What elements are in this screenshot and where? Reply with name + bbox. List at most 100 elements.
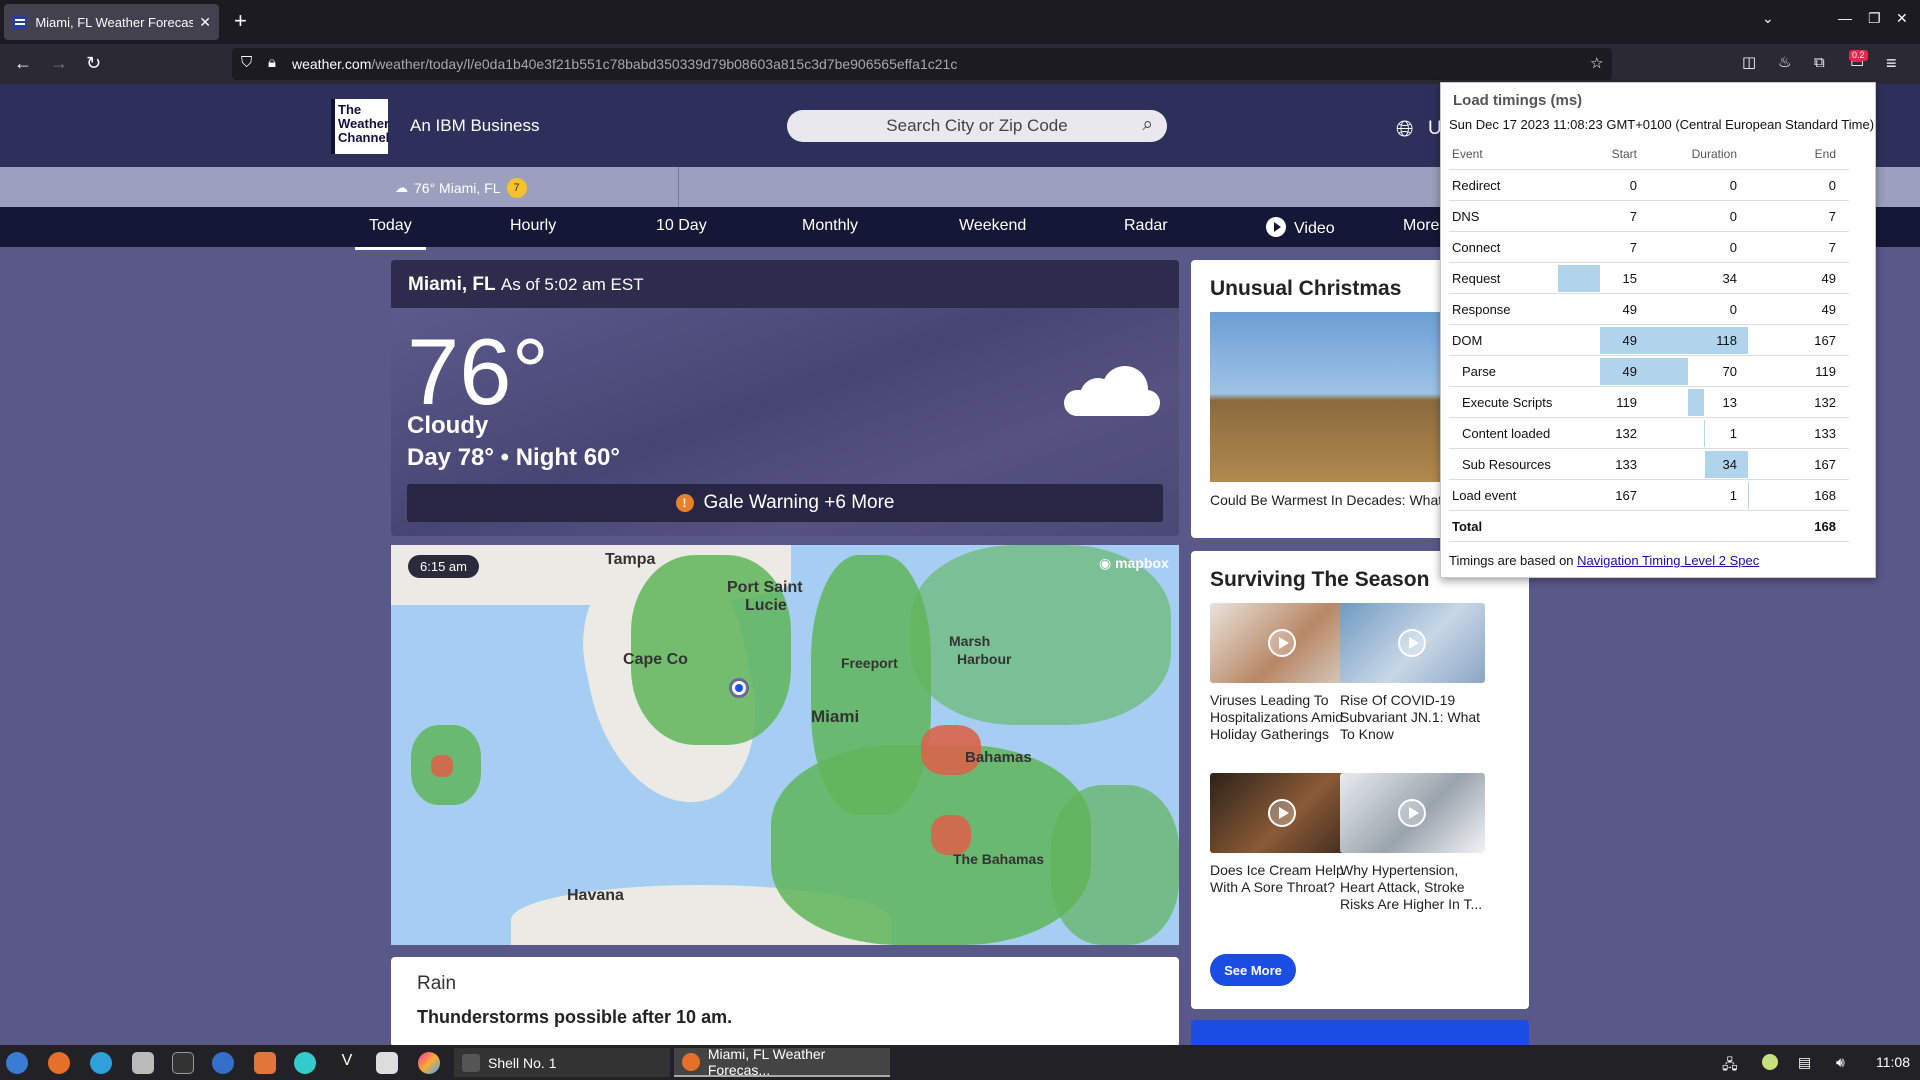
tab-list-icon[interactable]: ⌄	[1762, 10, 1774, 27]
alert-text: Gale Warning +6 More	[703, 492, 895, 513]
clipboard-icon[interactable]: ▤	[1798, 1054, 1811, 1071]
nav-today[interactable]: Today	[355, 217, 426, 250]
task-firefox[interactable]: Miami, FL Weather Forecas...	[674, 1045, 890, 1078]
shield-icon[interactable]: ⛉	[241, 54, 252, 71]
radar-map[interactable]: Tampa Port Saint Lucie Cape Co Freeport …	[391, 545, 1179, 945]
timing-end: 167	[1814, 457, 1836, 472]
see-more-button[interactable]: See More	[1210, 954, 1296, 986]
radar-timestamp: 6:15 am	[408, 555, 479, 578]
back-icon[interactable]: ←	[14, 52, 32, 74]
timing-duration: 0	[1729, 178, 1737, 193]
timing-event: DNS	[1452, 209, 1480, 224]
menu-icon[interactable]: ≡	[1886, 52, 1897, 74]
nav-10-day[interactable]: 10 Day	[656, 217, 707, 235]
play-icon	[1268, 799, 1296, 827]
article-title[interactable]: Rise Of COVID-19 Subvariant JN.1: What T…	[1340, 692, 1490, 743]
article-title[interactable]: Why Hypertension, Heart Attack, Stroke R…	[1340, 862, 1490, 913]
play-icon	[1398, 629, 1426, 657]
bookmark-star-icon[interactable]: ☆	[1590, 54, 1603, 72]
lock-icon[interactable]: 🔒︎	[268, 54, 276, 71]
nav-more[interactable]: More	[1403, 217, 1439, 235]
mapbox-text: mapbox	[1115, 555, 1169, 571]
article-thumbnail[interactable]	[1340, 773, 1485, 853]
divider	[678, 167, 679, 207]
browser-tab[interactable]: Miami, FL Weather Forecast ✕	[4, 4, 219, 40]
timing-end: 119	[1815, 364, 1836, 379]
timing-duration: 0	[1729, 302, 1737, 317]
timing-end: 133	[1814, 426, 1836, 441]
minimize-icon[interactable]: —	[1838, 10, 1852, 26]
taskbar: V Shell No. 1 Miami, FL Weather Forecas.…	[0, 1045, 1920, 1080]
timing-start: 49	[1622, 364, 1637, 379]
terminal-icon[interactable]	[172, 1052, 194, 1074]
timing-duration: 34	[1722, 271, 1737, 286]
load-timings-popup: Load timings (ms) Sun Dec 17 2023 11:08:…	[1440, 82, 1876, 578]
weather-channel-logo[interactable]: The Weather Channel	[331, 99, 389, 154]
pocket-icon[interactable]: ◫	[1742, 52, 1756, 74]
conditions-header: Miami, FL As of 5:02 am EST	[391, 260, 1179, 308]
article-thumbnail[interactable]	[1210, 773, 1355, 853]
current-location[interactable]: ☁ 76° Miami, FL 7	[395, 178, 527, 198]
cloudy-icon	[1064, 366, 1160, 416]
vivaldi-icon[interactable]: V	[336, 1052, 358, 1074]
nav-monthly[interactable]: Monthly	[802, 217, 858, 235]
nav-hourly[interactable]: Hourly	[510, 217, 556, 235]
files-icon[interactable]	[376, 1052, 398, 1074]
task-label: Miami, FL Weather Forecas...	[707, 1045, 826, 1078]
telegram-icon[interactable]	[90, 1052, 112, 1074]
start-menu-icon[interactable]	[6, 1052, 28, 1074]
forward-icon[interactable]: →	[50, 52, 68, 74]
alert-count-badge[interactable]: 7	[506, 178, 527, 198]
search-icon[interactable]: ⌕	[1142, 114, 1153, 136]
map-label-marsh: Marsh	[949, 633, 991, 649]
timing-event: DOM	[1452, 333, 1483, 348]
nav-video[interactable]: Video	[1266, 217, 1335, 238]
qbittorrent-icon[interactable]	[212, 1052, 234, 1074]
timing-bar	[1687, 389, 1704, 416]
nav-radar[interactable]: Radar	[1124, 217, 1168, 235]
url-text[interactable]: weather.com/weather/today/l/e0da1b40e3f2…	[292, 56, 957, 72]
nav-weekend[interactable]: Weekend	[959, 217, 1026, 235]
tools-icon[interactable]	[132, 1052, 154, 1074]
unusual-heading: Unusual Christmas	[1210, 277, 1402, 300]
timing-row: Request 15 34 49	[1449, 263, 1849, 294]
alert-button[interactable]: ! Gale Warning +6 More	[407, 484, 1163, 522]
cloud-icon: ☁	[395, 180, 408, 195]
search-input[interactable]: Search City or Zip Code ⌕	[787, 110, 1167, 142]
timing-start: 132	[1615, 426, 1637, 441]
timing-row: Connect 7 0 7	[1449, 232, 1849, 263]
new-tab-button[interactable]: +	[234, 8, 247, 34]
extension-badge: 0.2	[1849, 50, 1868, 61]
package-icon[interactable]	[254, 1052, 276, 1074]
map-label-port-saint: Port Saint	[727, 579, 803, 596]
navigation-timing-link[interactable]: Navigation Timing Level 2 Spec	[1577, 553, 1759, 568]
close-window-icon[interactable]: ✕	[1896, 10, 1908, 27]
close-tab-icon[interactable]: ✕	[199, 14, 211, 31]
flame-icon[interactable]: ♨	[1778, 52, 1791, 74]
day-night-temps: Day 78° • Night 60°	[407, 444, 620, 471]
timing-bar	[1557, 265, 1601, 292]
url-bar[interactable]: ⛉ 🔒︎ weather.com/weather/today/l/e0da1b4…	[232, 48, 1612, 80]
extensions-icon[interactable]: ⧉	[1814, 52, 1825, 74]
article-title[interactable]: Viruses Leading To Hospitalizations Amid…	[1210, 692, 1360, 743]
current-temp-location: 76° Miami, FL	[414, 180, 501, 196]
network-icon[interactable]: 🖧︎	[1722, 1054, 1738, 1078]
unusual-caption[interactable]: Could Be Warmest In Decades: What	[1210, 492, 1442, 508]
reload-icon[interactable]: ↻	[86, 52, 101, 74]
timing-end: 0	[1828, 178, 1836, 193]
article-thumbnail[interactable]	[1210, 603, 1355, 683]
article-title[interactable]: Does Ice Cream Help With A Sore Throat?	[1210, 862, 1360, 896]
firefox-icon[interactable]	[48, 1052, 70, 1074]
status-icon[interactable]	[1762, 1054, 1778, 1070]
timings-header-row: Event Start Duration End	[1449, 139, 1849, 170]
chat-icon[interactable]	[294, 1052, 316, 1074]
restore-icon[interactable]: ❐	[1868, 10, 1881, 27]
col-duration: Duration	[1691, 147, 1737, 161]
volume-icon[interactable]: 🔊︎	[1836, 1054, 1845, 1071]
color-picker-icon[interactable]	[418, 1052, 440, 1074]
task-shell[interactable]: Shell No. 1	[454, 1048, 670, 1077]
article-thumbnail[interactable]	[1340, 603, 1485, 683]
timing-end: 167	[1814, 333, 1836, 348]
globe-icon[interactable]: 🌐︎	[1396, 116, 1414, 142]
timing-row: DNS 7 0 7	[1449, 201, 1849, 232]
